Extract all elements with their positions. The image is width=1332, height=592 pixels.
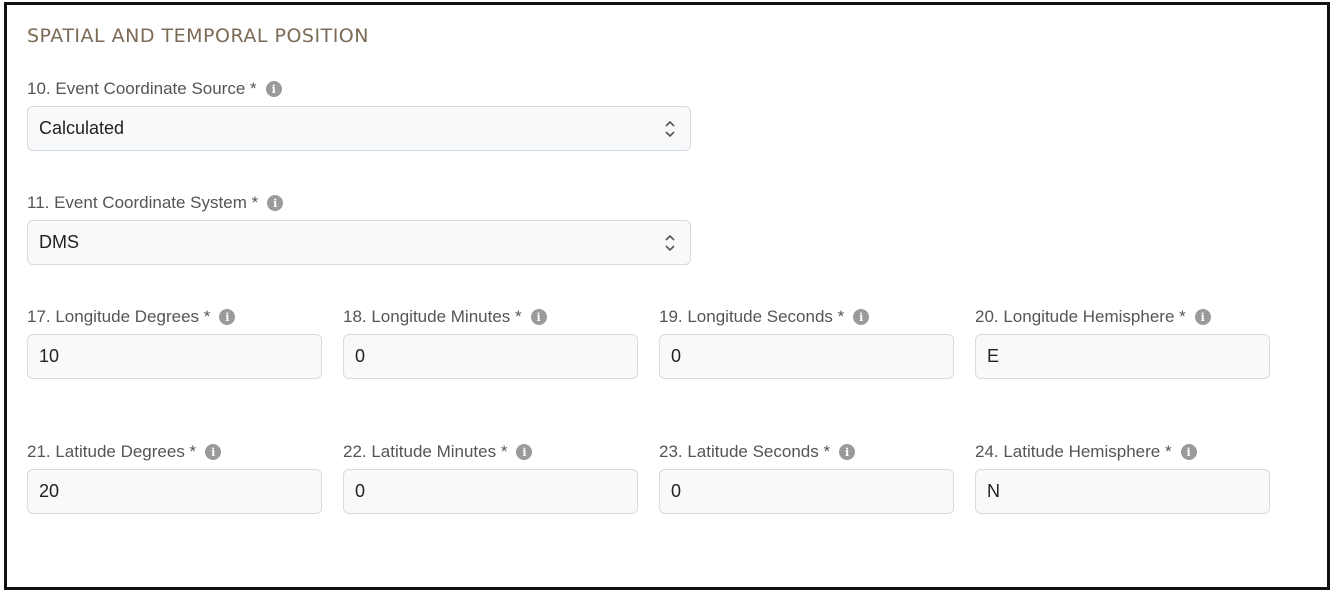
longitude-degrees-label-text: 17. Longitude Degrees * [27, 307, 211, 326]
coordinate-source-value: Calculated [39, 118, 125, 138]
latitude-seconds-field: 23. Latitude Seconds * i 0 [659, 441, 954, 514]
longitude-degrees-input[interactable]: 10 [27, 334, 322, 379]
section-title: SPATIAL AND TEMPORAL POSITION [27, 25, 369, 47]
latitude-degrees-value: 20 [39, 481, 60, 501]
longitude-seconds-input[interactable]: 0 [659, 334, 954, 379]
longitude-hemisphere-value: E [987, 346, 1000, 366]
longitude-seconds-value: 0 [671, 346, 682, 366]
longitude-hemisphere-input[interactable]: E [975, 334, 1270, 379]
latitude-degrees-field: 21. Latitude Degrees * i 20 [27, 441, 322, 514]
coordinate-source-select[interactable]: Calculated [27, 106, 691, 151]
longitude-minutes-value: 0 [355, 346, 366, 366]
coordinate-system-label-text: 11. Event Coordinate System * [27, 193, 259, 212]
coordinate-system-select[interactable]: DMS [27, 220, 691, 265]
latitude-hemisphere-field: 24. Latitude Hemisphere * i N [975, 441, 1270, 514]
longitude-seconds-label: 19. Longitude Seconds * i [659, 306, 954, 328]
latitude-seconds-label: 23. Latitude Seconds * i [659, 441, 954, 463]
longitude-minutes-label-text: 18. Longitude Minutes * [343, 307, 522, 326]
latitude-minutes-field: 22. Latitude Minutes * i 0 [343, 441, 638, 514]
latitude-minutes-label-text: 22. Latitude Minutes * [343, 442, 508, 461]
coordinate-source-label: 10. Event Coordinate Source * i [27, 78, 691, 100]
coordinate-system-field: 11. Event Coordinate System * i DMS [27, 192, 691, 265]
latitude-seconds-value: 0 [671, 481, 682, 501]
latitude-minutes-label: 22. Latitude Minutes * i [343, 441, 638, 463]
info-icon[interactable]: i [219, 309, 236, 325]
latitude-hemisphere-label-text: 24. Latitude Hemisphere * [975, 442, 1172, 461]
longitude-seconds-field: 19. Longitude Seconds * i 0 [659, 306, 954, 379]
longitude-degrees-label: 17. Longitude Degrees * i [27, 306, 322, 328]
latitude-seconds-label-text: 23. Latitude Seconds * [659, 442, 831, 461]
coordinate-source-field: 10. Event Coordinate Source * i Calculat… [27, 78, 691, 151]
latitude-minutes-value: 0 [355, 481, 366, 501]
spatial-temporal-panel: SPATIAL AND TEMPORAL POSITION 10. Event … [4, 2, 1330, 590]
info-icon[interactable]: i [1194, 309, 1211, 325]
latitude-hemisphere-input[interactable]: N [975, 469, 1270, 514]
info-icon[interactable]: i [530, 309, 547, 325]
longitude-minutes-input[interactable]: 0 [343, 334, 638, 379]
latitude-hemisphere-label: 24. Latitude Hemisphere * i [975, 441, 1270, 463]
coordinate-source-label-text: 10. Event Coordinate Source * [27, 79, 257, 98]
longitude-hemisphere-label: 20. Longitude Hemisphere * i [975, 306, 1270, 328]
info-icon[interactable]: i [1180, 444, 1197, 460]
longitude-hemisphere-field: 20. Longitude Hemisphere * i E [975, 306, 1270, 379]
coordinate-system-value: DMS [39, 232, 79, 252]
latitude-minutes-input[interactable]: 0 [343, 469, 638, 514]
info-icon[interactable]: i [839, 444, 856, 460]
latitude-degrees-input[interactable]: 20 [27, 469, 322, 514]
info-icon[interactable]: i [516, 444, 533, 460]
chevron-updown-icon [665, 234, 675, 251]
longitude-degrees-field: 17. Longitude Degrees * i 10 [27, 306, 322, 379]
latitude-degrees-label-text: 21. Latitude Degrees * [27, 442, 197, 461]
info-icon[interactable]: i [853, 309, 870, 325]
info-icon[interactable]: i [265, 81, 282, 97]
latitude-seconds-input[interactable]: 0 [659, 469, 954, 514]
longitude-hemisphere-label-text: 20. Longitude Hemisphere * [975, 307, 1186, 326]
info-icon[interactable]: i [267, 195, 284, 211]
coordinate-system-label: 11. Event Coordinate System * i [27, 192, 691, 214]
info-icon[interactable]: i [205, 444, 222, 460]
longitude-minutes-label: 18. Longitude Minutes * i [343, 306, 638, 328]
latitude-hemisphere-value: N [987, 481, 1000, 501]
latitude-degrees-label: 21. Latitude Degrees * i [27, 441, 322, 463]
longitude-seconds-label-text: 19. Longitude Seconds * [659, 307, 845, 326]
longitude-minutes-field: 18. Longitude Minutes * i 0 [343, 306, 638, 379]
chevron-updown-icon [665, 120, 675, 137]
longitude-degrees-value: 10 [39, 346, 60, 366]
